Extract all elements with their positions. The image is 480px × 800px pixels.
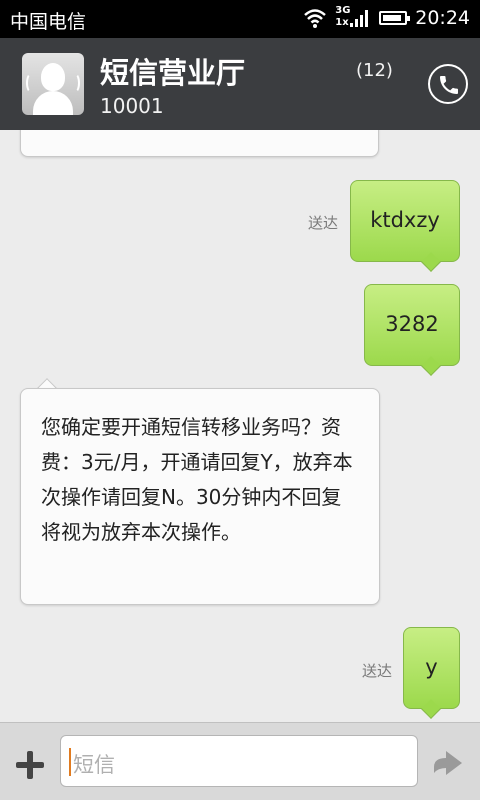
call-button[interactable] xyxy=(428,64,468,104)
message-text: ktdxzy xyxy=(370,208,440,232)
message-text: y xyxy=(425,655,438,679)
network-type-1x: 1x xyxy=(335,17,349,28)
battery-level xyxy=(383,15,402,21)
message-bubble-incoming[interactable] xyxy=(20,130,379,157)
delivery-status: 送达 xyxy=(362,662,393,680)
plus-icon[interactable] xyxy=(14,749,46,781)
message-bubble-outgoing[interactable]: ktdxzy xyxy=(350,180,460,262)
conversation-header: 短信营业厅 10001 (12) xyxy=(0,38,480,130)
send-arrow-icon[interactable] xyxy=(430,747,466,779)
message-text: 3282 xyxy=(385,312,439,336)
signal-icon: 3G 1x xyxy=(335,5,371,31)
message-bubble-outgoing[interactable]: y xyxy=(403,627,460,709)
status-bar: 中国电信 3G 1x 20:24 xyxy=(0,0,480,38)
compose-bar: 短信 xyxy=(0,722,480,800)
input-placeholder: 短信 xyxy=(73,753,115,777)
phone-icon xyxy=(440,76,458,94)
message-input[interactable]: 短信 xyxy=(60,735,418,787)
carrier-name: 中国电信 xyxy=(10,11,87,33)
network-type-3g: 3G xyxy=(335,5,351,16)
wifi-icon xyxy=(304,9,327,28)
delivery-status: 送达 xyxy=(308,214,339,232)
message-bubble-incoming[interactable]: 您确定要开通短信转移业务吗？资费：3元/月，开通请回复Y，放弃本次操作请回复N。… xyxy=(20,388,380,605)
status-icons: 3G 1x 20:24 xyxy=(303,5,470,31)
message-list[interactable]: 送达 ktdxzy 3282 您确定要开通短信转移业务吗？资费：3元/月，开通请… xyxy=(0,130,480,722)
text-cursor xyxy=(69,748,71,776)
message-text: 您确定要开通短信转移业务吗？资费：3元/月，开通请回复Y，放弃本次操作请回复N。… xyxy=(41,415,353,544)
battery-icon xyxy=(379,11,411,25)
message-count: (12) xyxy=(356,60,393,81)
contact-name: 短信营业厅 xyxy=(100,56,246,90)
avatar[interactable] xyxy=(22,53,84,115)
clock: 20:24 xyxy=(415,7,470,29)
message-bubble-outgoing[interactable]: 3282 xyxy=(364,284,460,366)
contact-number: 10001 xyxy=(100,94,164,118)
